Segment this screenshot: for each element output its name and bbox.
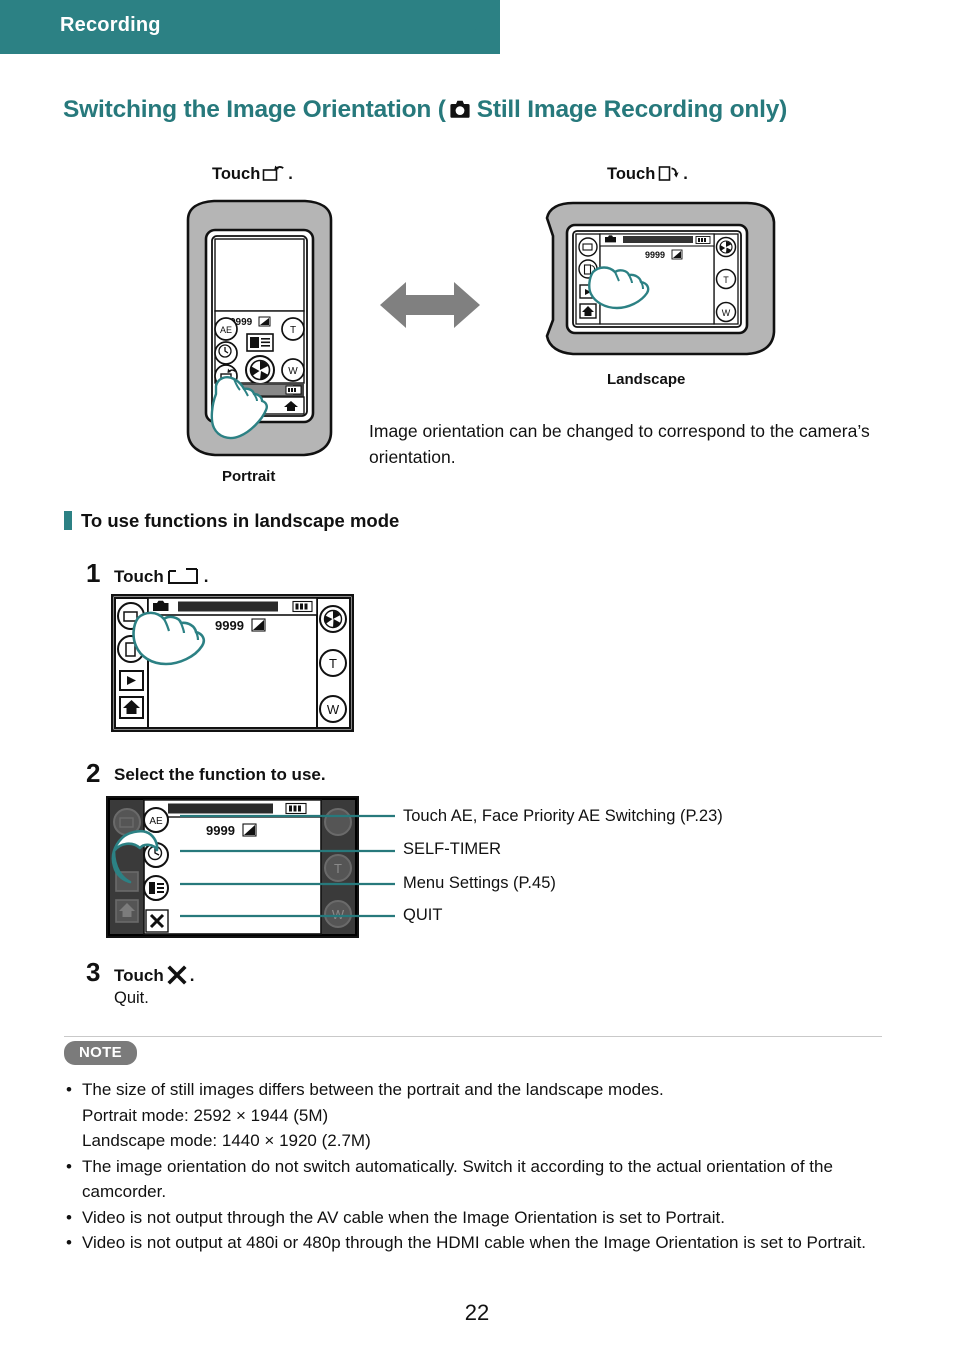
callout-label-touch-ae: Touch AE, Face Priority AE Switching (P.… bbox=[403, 807, 723, 825]
note-divider bbox=[64, 1036, 882, 1037]
note-subline: Portrait mode: 2592 × 1944 (5M) bbox=[82, 1105, 329, 1125]
page-title: Switching the Image Orientation ( Still I… bbox=[63, 96, 943, 127]
svg-text:9999: 9999 bbox=[215, 618, 244, 633]
page-header: Recording bbox=[0, 0, 954, 54]
header-swoosh-shape bbox=[440, 0, 560, 54]
step-1-text: Touch. bbox=[114, 566, 208, 591]
step-1-suffix: . bbox=[203, 567, 209, 586]
page-number: 22 bbox=[464, 1300, 490, 1325]
double-headed-arrow-icon bbox=[380, 278, 480, 337]
touch-caption-left-prefix: Touch bbox=[212, 165, 261, 183]
landscape-frame-icon bbox=[167, 566, 201, 591]
orientation-description: Image orientation can be changed to corr… bbox=[369, 421, 870, 467]
note-item-text: The size of still images differs between… bbox=[82, 1080, 664, 1099]
step-2-text: Select the function to use. bbox=[114, 765, 326, 784]
rotate-to-landscape-icon bbox=[262, 163, 286, 188]
step-1-number: 1 bbox=[86, 558, 101, 588]
subsection-tick-marker bbox=[64, 511, 72, 530]
touch-caption-right-suffix: . bbox=[683, 165, 688, 183]
callout-label-quit: QUIT bbox=[403, 906, 443, 924]
subsection-heading-label: To use functions in landscape mode bbox=[81, 510, 400, 531]
step-3-subtext: Quit. bbox=[114, 989, 149, 1007]
note-item-text: The image orientation do not switch auto… bbox=[82, 1156, 833, 1202]
step-3-suffix: . bbox=[189, 966, 195, 985]
step-1-screen-illustration: 9999 T W bbox=[110, 593, 355, 733]
subsection-heading: To use functions in landscape mode bbox=[64, 510, 399, 532]
touch-caption-portrait: Touch. bbox=[607, 163, 688, 188]
header-title: Recording bbox=[60, 14, 161, 36]
camcorder-portrait-illustration: 9999 AE T W bbox=[178, 198, 341, 458]
svg-text:W: W bbox=[327, 702, 340, 717]
callout-label-self-timer: SELF-TIMER bbox=[403, 840, 502, 858]
callout-label-menu-settings: Menu Settings (P.45) bbox=[403, 874, 556, 892]
bullet-icon: • bbox=[66, 1080, 72, 1099]
note-item: • Video is not output through the AV cab… bbox=[64, 1205, 894, 1231]
note-list: • The size of still images differs betwe… bbox=[64, 1077, 894, 1256]
note-badge: NOTE bbox=[64, 1041, 137, 1065]
svg-text:AE: AE bbox=[220, 325, 232, 335]
bullet-icon: • bbox=[66, 1233, 72, 1252]
page-title-text-before: Switching the Image Orientation ( bbox=[63, 96, 446, 123]
svg-text:T: T bbox=[723, 275, 729, 285]
note-item: • Video is not output at 480i or 480p th… bbox=[64, 1230, 894, 1256]
touch-caption-landscape: Touch. bbox=[212, 163, 293, 188]
svg-text:W: W bbox=[288, 366, 298, 377]
step-2-number: 2 bbox=[86, 758, 101, 788]
note-item: • The image orientation do not switch au… bbox=[64, 1154, 894, 1205]
touch-caption-left-suffix: . bbox=[288, 165, 293, 183]
note-subline: Landscape mode: 1440 × 1920 (2.7M) bbox=[82, 1131, 371, 1150]
caption-portrait: Portrait bbox=[222, 468, 276, 485]
step-1-prefix: Touch bbox=[114, 567, 164, 586]
page-title-text-after: Still Image Recording only) bbox=[476, 96, 788, 123]
rotate-to-portrait-icon bbox=[657, 163, 681, 188]
caption-landscape: Landscape bbox=[607, 371, 686, 388]
camcorder-landscape-illustration: 9999 T W bbox=[533, 200, 785, 360]
note-item-text: Video is not output through the AV cable… bbox=[82, 1207, 725, 1227]
svg-text:T: T bbox=[290, 325, 296, 336]
note-item: • The size of still images differs betwe… bbox=[64, 1077, 894, 1154]
bullet-icon: • bbox=[66, 1156, 72, 1176]
svg-text:AE: AE bbox=[149, 816, 163, 827]
step-3-number: 3 bbox=[86, 957, 101, 987]
cross-icon bbox=[167, 965, 187, 990]
step-3-text: Touch. bbox=[114, 965, 194, 990]
note-item-text: Video is not output at 480i or 480p thro… bbox=[82, 1233, 867, 1252]
svg-text:9999: 9999 bbox=[645, 250, 665, 260]
bullet-icon: • bbox=[66, 1207, 72, 1227]
step-3-prefix: Touch bbox=[114, 966, 164, 985]
svg-text:W: W bbox=[722, 308, 731, 318]
still-camera-icon bbox=[448, 98, 472, 127]
svg-text:T: T bbox=[329, 656, 337, 671]
touch-caption-right-prefix: Touch bbox=[607, 165, 656, 183]
